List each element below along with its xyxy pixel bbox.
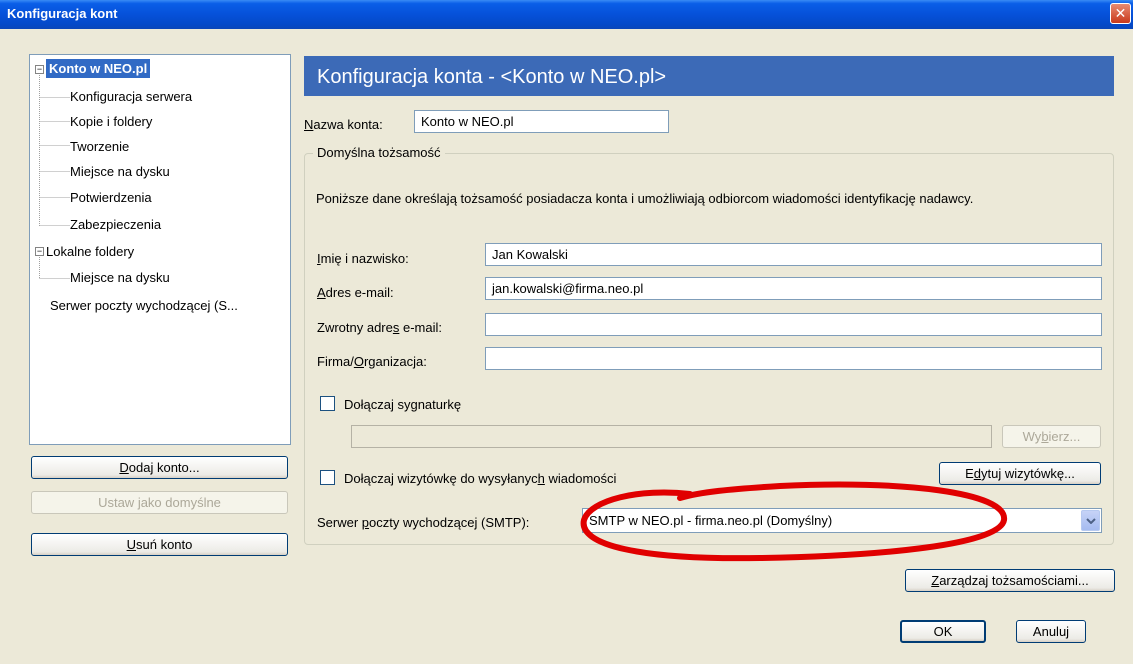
close-icon: ✕ [1114,5,1127,21]
remove-account-button[interactable]: Usuń konto [31,533,288,556]
tree-item-receipts[interactable]: Potwierdzenia [70,188,152,207]
full-name-input[interactable]: Jan Kowalski [485,243,1102,266]
identity-description: Poniższe dane określają tożsamość posiad… [316,191,974,206]
vcard-checkbox[interactable] [320,470,335,485]
email-label: Adres e-mail: [317,285,394,300]
reply-email-label: Zwrotny adres e-mail: [317,320,442,335]
tree-item-security[interactable]: Zabezpieczenia [70,215,161,234]
signature-checkbox[interactable] [320,396,335,411]
add-account-button[interactable]: Dodaj konto... [31,456,288,479]
tree-item-outgoing-server[interactable]: Serwer poczty wychodzącej (S... [50,296,238,315]
tree-item-local-folders[interactable]: Lokalne foldery [46,242,134,261]
cancel-button[interactable]: Anuluj [1016,620,1086,643]
window-title: Konfiguracja kont [7,6,118,21]
organization-input[interactable] [485,347,1102,370]
email-input[interactable]: jan.kowalski@firma.neo.pl [485,277,1102,300]
tree-item-account[interactable]: Konto w NEO.pl [46,59,151,78]
collapse-icon[interactable]: − [35,65,44,74]
organization-label: Firma/Organizacja: [317,354,427,369]
manage-identities-button[interactable]: Zarządzaj tożsamościami... [905,569,1115,592]
smtp-label: Serwer poczty wychodzącej (SMTP): [317,515,530,530]
edit-vcard-button[interactable]: Edytuj wizytówkę... [939,462,1101,485]
tree-item-copies-folders[interactable]: Kopie i foldery [70,112,152,131]
signature-label[interactable]: Dołączaj sygnaturkę [344,397,461,412]
signature-file-input[interactable] [351,425,992,448]
choose-button[interactable]: Wybierz... [1002,425,1101,448]
account-tree[interactable]: − Konto w NEO.pl Konfiguracja serwera Ko… [29,54,291,445]
tree-item-composition[interactable]: Tworzenie [70,137,129,156]
chevron-down-icon[interactable] [1081,510,1100,531]
tree-item-disk-space[interactable]: Miejsce na dysku [70,162,170,181]
vcard-label[interactable]: Dołączaj wizytówkę do wysyłanych wiadomo… [344,471,616,486]
set-default-button[interactable]: Ustaw jako domyślne [31,491,288,514]
title-bar: Konfiguracja kont ✕ [0,0,1133,29]
page-title: Konfiguracja konta - <Konto w NEO.pl> [304,56,1114,96]
tree-item-server-config[interactable]: Konfiguracja serwera [70,87,192,106]
tree-item-local-disk-space[interactable]: Miejsce na dysku [70,268,170,287]
smtp-select[interactable]: SMTP w NEO.pl - firma.neo.pl (Domyślny) [582,508,1102,533]
smtp-select-value: SMTP w NEO.pl - firma.neo.pl (Domyślny) [589,513,833,528]
account-name-input[interactable]: Konto w NEO.pl [414,110,669,133]
ok-button[interactable]: OK [900,620,986,643]
account-name-label: Nazwa konta: [304,117,383,132]
reply-email-input[interactable] [485,313,1102,336]
close-button[interactable]: ✕ [1110,3,1131,24]
collapse-icon[interactable]: − [35,247,44,256]
full-name-label: Imię i nazwisko: [317,251,409,266]
identity-legend: Domyślna tożsamość [313,145,445,160]
